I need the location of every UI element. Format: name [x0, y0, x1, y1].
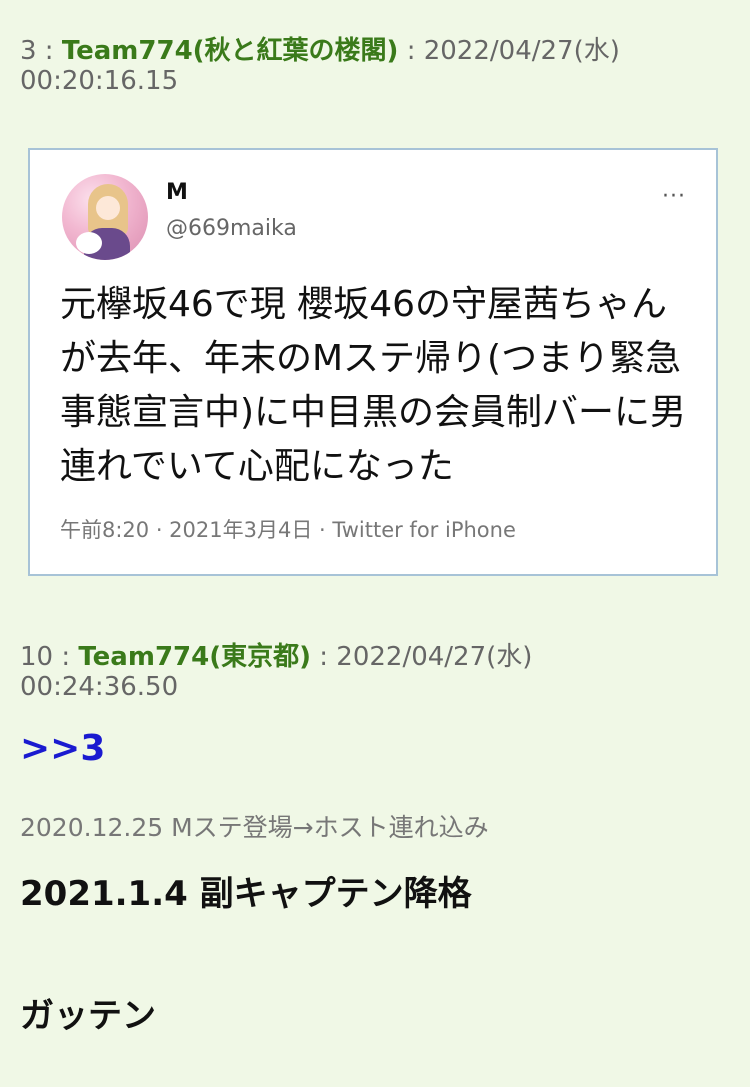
poster-name: Team774(東京都) — [78, 642, 311, 672]
post-header: 10 : Team774(東京都) : 2022/04/27(水) 00:24:… — [20, 642, 730, 702]
post-3: 3 : Team774(秋と紅葉の楼閣) : 2022/04/27(水) 00:… — [20, 36, 730, 96]
post-number[interactable]: 3 — [20, 36, 37, 66]
tweet-meta[interactable]: 午前8:20 · 2021年3月4日 · Twitter for iPhone — [60, 514, 516, 544]
tweet-display-name[interactable]: M — [166, 180, 188, 205]
reply-anchor-link[interactable]: >>3 — [20, 728, 105, 769]
poster-name: Team774(秋と紅葉の楼閣) — [61, 36, 399, 66]
post-separator: : — [36, 36, 62, 66]
avatar[interactable] — [62, 174, 148, 260]
reply-line-2: 2021.1.4 副キャプテン降格 — [20, 874, 472, 914]
post-time: 00:20:16.15 — [20, 66, 179, 96]
reply-line-1: 2020.12.25 Mステ登場→ホスト連れ込み — [20, 813, 489, 842]
post-time: 00:24:36.50 — [20, 672, 179, 702]
reply-line-3: ガッテン — [20, 996, 156, 1036]
tweet-text: 元欅坂46で現 櫻坂46の守屋茜ちゃんが去年、年末のMステ帰り(つまり緊急事態宣… — [60, 284, 687, 487]
more-options-icon[interactable]: ··· — [662, 184, 686, 209]
tweet-handle[interactable]: @669maika — [166, 216, 297, 241]
post-date: : 2022/04/27(水) — [398, 36, 620, 66]
post-10: 10 : Team774(東京都) : 2022/04/27(水) 00:24:… — [20, 642, 730, 702]
post-separator: : — [53, 642, 79, 672]
embedded-tweet[interactable]: M @669maika ··· 元欅坂46で現 櫻坂46の守屋茜ちゃんが去年、年… — [28, 148, 718, 576]
post-number[interactable]: 10 — [20, 642, 53, 672]
post-date: : 2022/04/27(水) — [310, 642, 533, 672]
post-header: 3 : Team774(秋と紅葉の楼閣) : 2022/04/27(水) 00:… — [20, 36, 730, 96]
